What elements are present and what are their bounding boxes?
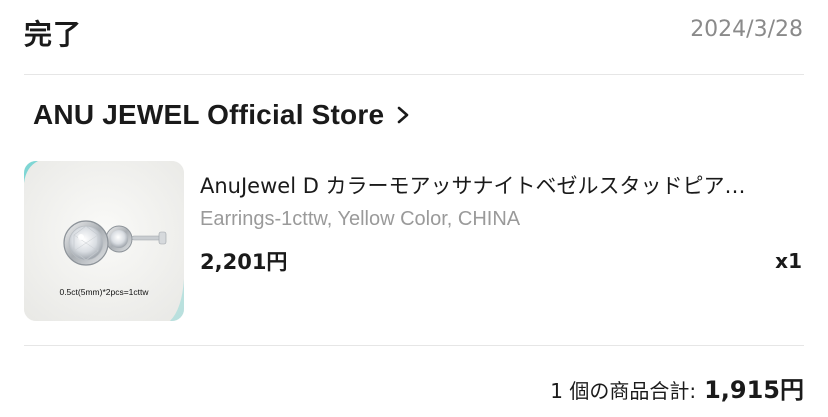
order-total-value: 1,915円: [704, 376, 804, 404]
earring-illustration: [24, 161, 184, 321]
chevron-right-icon: [396, 105, 410, 125]
divider-top: [24, 74, 804, 75]
order-date: 2024/3/28: [690, 17, 803, 42]
store-name: ANU JEWEL Official Store: [33, 99, 385, 130]
product-image[interactable]: 0.5ct(5mm)*2pcs=1cttw: [24, 161, 184, 321]
product-quantity: x1: [775, 249, 802, 273]
product-variant: Earrings-1cttw, Yellow Color, CHINA: [200, 208, 521, 230]
divider-bottom: [24, 345, 804, 346]
order-total-row: 1 個の商品合計: 1,915円: [550, 370, 804, 405]
product-price: 2,201円: [200, 250, 288, 274]
store-link[interactable]: ANU JEWEL Official Store: [33, 99, 410, 131]
order-card: 完了 2024/3/28 ANU JEWEL Official Store 0.…: [0, 0, 828, 417]
order-status: 完了: [24, 18, 83, 51]
order-total-label: 1 個の商品合計:: [550, 379, 697, 403]
product-image-caption: 0.5ct(5mm)*2pcs=1cttw: [59, 287, 149, 297]
product-title[interactable]: AnuJewel D カラーモアッサナイトベゼルスタッドピア…: [200, 170, 800, 200]
